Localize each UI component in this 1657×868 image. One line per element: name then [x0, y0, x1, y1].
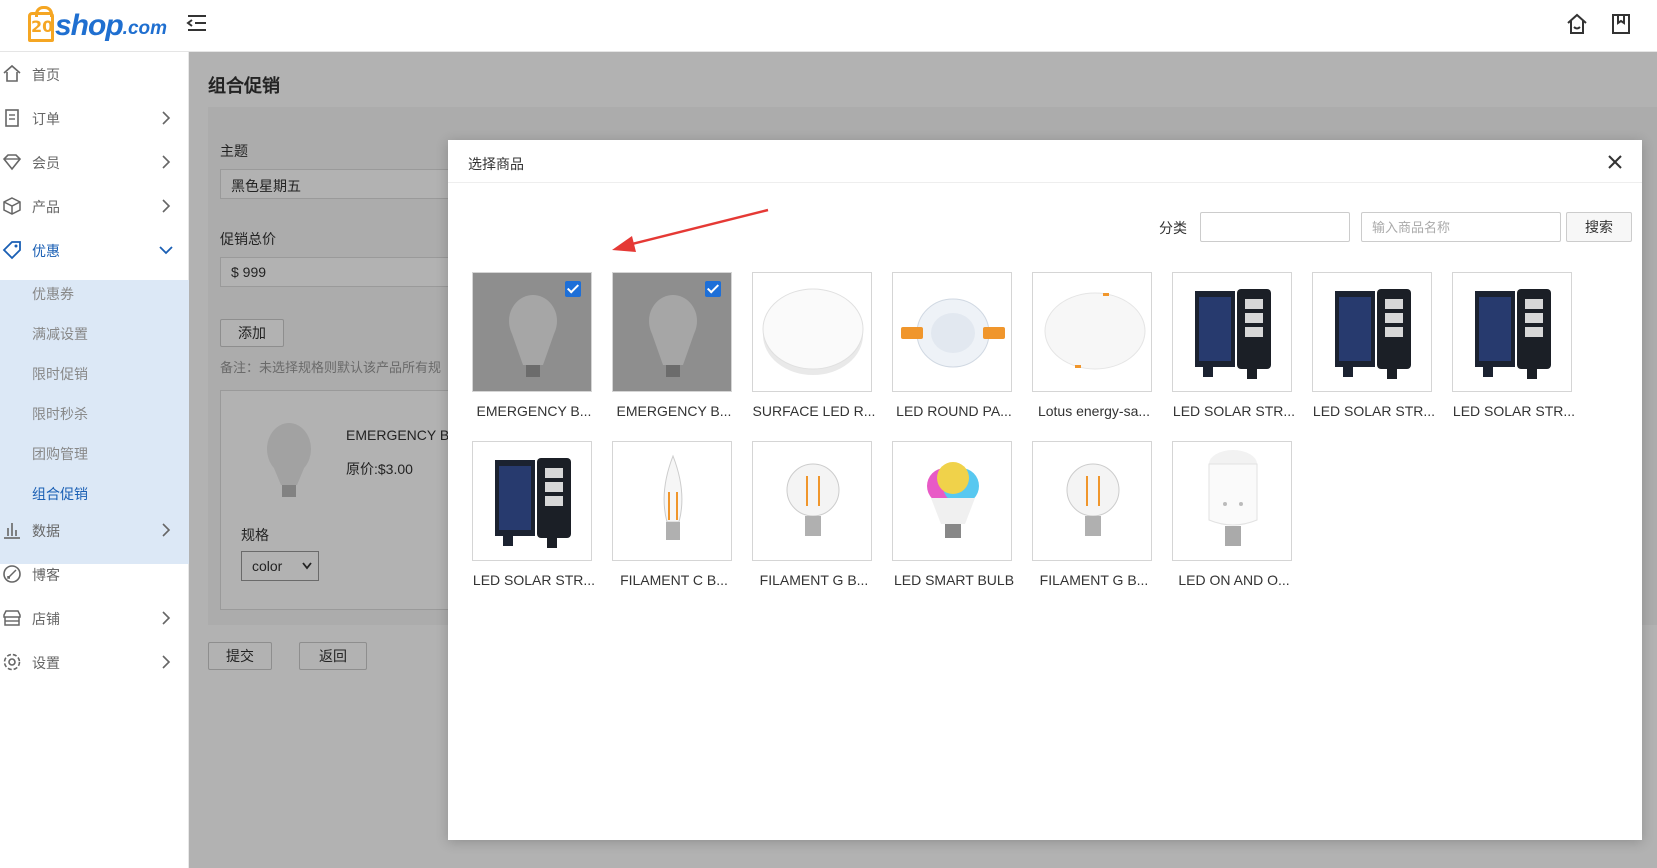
product-name: FILAMENT G B... — [1039, 572, 1149, 588]
checkbox-checked[interactable] — [565, 281, 581, 297]
product-name: FILAMENT G B... — [759, 572, 869, 588]
sidebar-item-label: 产品 — [32, 199, 60, 215]
category-select[interactable] — [1200, 212, 1350, 242]
solar-light-icon — [495, 458, 571, 548]
logo[interactable]: 20 shop .com — [28, 4, 167, 42]
sidebar-item-label: 会员 — [32, 155, 60, 171]
sidebar-item-products[interactable]: 产品 — [0, 184, 189, 228]
product-thumbnail[interactable] — [1452, 272, 1572, 392]
chart-icon — [4, 523, 20, 539]
sidebar: 首页 订单 会员 产品 优惠 优惠券 满减设置 限时促销 限时秒杀 团购管理 组… — [0, 52, 189, 868]
product-name: LED SOLAR STR... — [1452, 403, 1576, 419]
product-thumbnail[interactable] — [1172, 441, 1292, 561]
product-name: LED ROUND PA... — [896, 403, 1012, 419]
sidebar-item-promotions[interactable]: 优惠 — [0, 228, 189, 272]
logo-text: shop — [55, 9, 124, 42]
logo-domain: .com — [122, 18, 168, 39]
sidebar-item-orders[interactable]: 订单 — [0, 96, 189, 140]
globe-bulb-icon — [786, 463, 840, 536]
product-thumbnail[interactable] — [1172, 272, 1292, 392]
sub-item-bundle-promo[interactable]: 组合促销 — [32, 484, 88, 504]
solar-light-icon — [1475, 289, 1551, 379]
product-name: LED SOLAR STR... — [1312, 403, 1436, 419]
order-icon — [5, 109, 19, 127]
sidebar-item-label: 数据 — [32, 523, 60, 539]
rgb-bulb-icon — [927, 462, 979, 538]
store-icon — [3, 610, 21, 626]
sub-item-coupons[interactable]: 优惠券 — [32, 284, 74, 304]
product-thumbnail[interactable] — [752, 272, 872, 392]
sidebar-item-label: 设置 — [32, 655, 60, 671]
sidebar-item-blog[interactable]: 博客 — [0, 552, 189, 596]
chevron-right-icon — [162, 199, 171, 213]
sidebar-item-label: 博客 — [32, 567, 60, 583]
search-button[interactable]: 搜索 — [1566, 212, 1632, 242]
chevron-down-icon — [159, 246, 173, 255]
sidebar-item-settings[interactable]: 设置 — [0, 640, 189, 684]
sidebar-item-members[interactable]: 会员 — [0, 140, 189, 184]
checkbox-checked[interactable] — [705, 281, 721, 297]
top-header: 20 shop .com — [0, 0, 1657, 52]
logo-badge: 20 — [28, 6, 54, 42]
round-panel-icon — [762, 288, 864, 375]
sub-item-flash-sale[interactable]: 限时秒杀 — [32, 404, 88, 424]
tall-bulb-icon — [1208, 450, 1258, 546]
product-thumbnail[interactable] — [1032, 441, 1152, 561]
chevron-right-icon — [162, 111, 171, 125]
category-label: 分类 — [1159, 220, 1187, 236]
tag-icon — [2, 241, 21, 260]
gear-icon — [3, 653, 21, 671]
product-thumbnail[interactable] — [612, 441, 732, 561]
product-search-input[interactable] — [1361, 212, 1561, 242]
sidebar-item-label: 首页 — [32, 67, 60, 83]
home-icon[interactable] — [1565, 12, 1589, 36]
product-thumbnail[interactable] — [752, 441, 872, 561]
product-thumbnail[interactable] — [892, 272, 1012, 392]
sidebar-item-label: 优惠 — [32, 243, 60, 259]
chevron-right-icon — [162, 155, 171, 169]
product-thumbnail[interactable] — [892, 441, 1012, 561]
member-icon — [2, 154, 22, 171]
sidebar-item-label: 订单 — [32, 111, 60, 127]
product-name: LED SOLAR STR... — [1172, 403, 1296, 419]
chevron-right-icon — [162, 523, 171, 537]
sub-item-discount-rules[interactable]: 满减设置 — [32, 324, 88, 344]
globe-bulb-icon — [1066, 463, 1120, 536]
annotation-arrow-icon — [612, 208, 769, 252]
product-name: SURFACE LED R... — [752, 403, 876, 419]
product-name: LED SMART BULB — [893, 572, 1015, 588]
downlight-icon — [901, 298, 1005, 368]
product-name: Lotus energy-sa... — [1037, 403, 1151, 419]
modal-title: 选择商品 — [468, 156, 524, 172]
product-thumbnail[interactable] — [1032, 272, 1152, 392]
sidebar-item-label: 店铺 — [32, 611, 60, 627]
sidebar-item-home[interactable]: 首页 — [0, 52, 189, 96]
home-icon — [3, 64, 21, 82]
chevron-right-icon — [162, 611, 171, 625]
book-icon[interactable] — [1609, 12, 1633, 36]
solar-light-icon — [1335, 289, 1411, 379]
modal-header: 选择商品 — [448, 140, 1642, 183]
sub-item-group-buy[interactable]: 团购管理 — [32, 444, 88, 464]
product-thumbnail[interactable] — [1312, 272, 1432, 392]
product-name: EMERGENCY B... — [476, 403, 592, 419]
close-icon[interactable] — [1606, 153, 1624, 171]
product-thumbnail[interactable] — [472, 441, 592, 561]
sidebar-item-data[interactable]: 数据 — [0, 508, 189, 552]
chevron-right-icon — [162, 655, 171, 669]
blog-icon — [3, 565, 21, 583]
product-thumbnail[interactable] — [612, 272, 732, 392]
product-icon — [3, 197, 21, 215]
product-name: LED SOLAR STR... — [472, 572, 596, 588]
product-name: LED ON AND O... — [1178, 572, 1290, 588]
sub-item-limited-promo[interactable]: 限时促销 — [32, 364, 88, 384]
solar-light-icon — [1195, 289, 1271, 379]
menu-toggle-icon[interactable] — [186, 12, 208, 34]
flat-panel-icon — [1044, 292, 1146, 370]
candle-bulb-icon — [663, 454, 683, 540]
product-name: EMERGENCY B... — [616, 403, 732, 419]
product-name: FILAMENT C B... — [620, 572, 728, 588]
product-thumbnail[interactable] — [472, 272, 592, 392]
sidebar-item-store[interactable]: 店铺 — [0, 596, 189, 640]
